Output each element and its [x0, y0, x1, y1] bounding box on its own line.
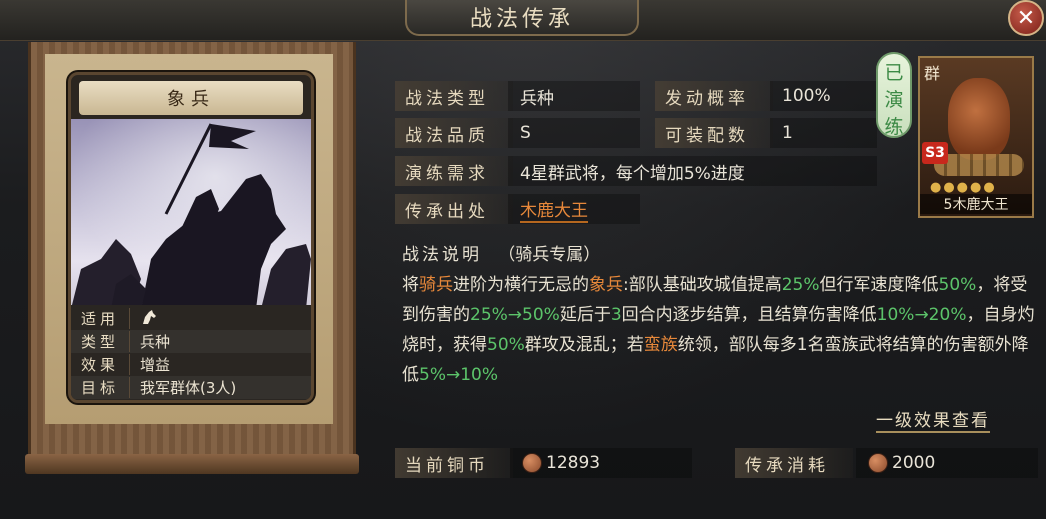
field-source-label: 传承出处	[395, 194, 513, 224]
description-segment: 50%	[487, 335, 525, 355]
field-type-label: 战法类型	[395, 81, 513, 111]
close-icon: ✕	[1016, 5, 1036, 31]
info-row-type: 类型 兵种	[71, 330, 311, 353]
level-badge: S3	[922, 142, 948, 164]
description-segment: 25%	[781, 275, 820, 295]
description-segment: 将	[402, 275, 419, 295]
coins-value: 12893	[510, 448, 692, 478]
description-segment: 5%→10%	[419, 365, 498, 385]
field-train-label: 演练需求	[395, 156, 513, 186]
description-segment: 进阶为横行无忌的	[453, 275, 589, 295]
field-rate-value: 100%	[770, 81, 877, 111]
description-body: 将骑兵进阶为横行无忌的象兵:部队基础攻城值提高25%但行军速度降低50%，将受到…	[402, 270, 1042, 390]
description-heading: 战法说明	[402, 245, 482, 265]
description-segment: 25%→50%	[470, 305, 560, 325]
field-quality-value: S	[508, 118, 640, 148]
copper-coin-icon	[868, 453, 888, 473]
window-title: 战法传承	[405, 0, 639, 36]
source-general-link[interactable]: 木鹿大王	[520, 196, 588, 223]
description-tag: （骑兵专属）	[498, 245, 601, 265]
cost-value: 2000	[856, 448, 1038, 478]
description-segment: 50%	[938, 275, 977, 295]
description-segment: 回合内逐步结算，且结算伤害降低	[621, 305, 877, 325]
level-effect-link[interactable]: 一级效果查看	[876, 406, 990, 433]
field-equip-value: 1	[770, 118, 877, 148]
info-row-effect: 效果 增益	[71, 353, 311, 376]
field-rate-label: 发动概率	[655, 81, 773, 111]
general-portrait[interactable]: 群 S3 ●●●●● 5木鹿大王	[918, 56, 1034, 218]
scroll-bottom-rod	[25, 454, 359, 474]
general-name: 5木鹿大王	[920, 194, 1032, 214]
faction-label: 群	[924, 64, 941, 83]
horse-icon	[130, 308, 158, 330]
tactic-art	[71, 119, 311, 309]
cost-label: 传承消耗	[735, 448, 853, 478]
star-rating: ●●●●●	[930, 180, 997, 195]
description-segment: 延后于	[559, 305, 611, 325]
description-segment: 群攻及混乱；若	[524, 335, 644, 355]
info-row-target: 目标 我军群体(3人)	[71, 376, 311, 399]
tactic-info-table: 适用 类型 兵种 效果 增益 目标 我军群体(3人)	[71, 305, 311, 400]
field-train-value: 4星群武将，每个增加5%进度	[508, 156, 877, 186]
tactic-card: 象兵 适用 类型 兵种 效果 增益 目标 我军群体(3人)	[68, 72, 314, 403]
description-segment: 3	[610, 305, 622, 325]
tactic-name: 象兵	[79, 81, 303, 115]
field-source-value[interactable]: 木鹿大王	[508, 194, 640, 224]
copper-coin-icon	[522, 453, 542, 473]
description-segment: 骑兵	[419, 275, 453, 295]
description-segment: :部队基础攻城值提高	[623, 275, 782, 295]
tactic-description: 战法说明 （骑兵专属） 将骑兵进阶为横行无忌的象兵:部队基础攻城值提高25%但行…	[402, 240, 1042, 390]
trained-badge: 已 演 练	[876, 52, 912, 138]
description-segment: 但行军速度降低	[819, 275, 939, 295]
field-equip-label: 可装配数	[655, 118, 773, 148]
description-segment: 蛮族	[643, 335, 678, 355]
coins-label: 当前铜币	[395, 448, 513, 478]
info-row-apply: 适用	[71, 307, 311, 330]
general-face	[948, 78, 1010, 160]
field-quality-label: 战法品质	[395, 118, 513, 148]
description-segment: 10%→20%	[876, 305, 967, 325]
close-button[interactable]: ✕	[1008, 0, 1044, 36]
description-segment: 象兵	[589, 275, 623, 295]
field-type-value: 兵种	[508, 81, 640, 111]
cavalry-silhouette-icon	[71, 119, 311, 309]
